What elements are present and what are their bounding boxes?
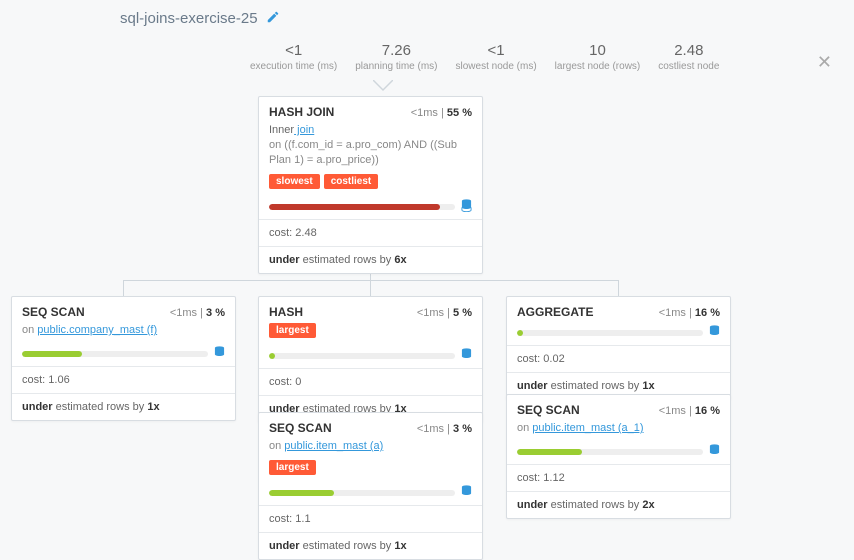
stat-exec-time: <1 execution time (ms): [250, 42, 337, 72]
plan-node-hash-join[interactable]: HASH JOIN <1ms | 55 % Inner join on ((f.…: [258, 96, 483, 274]
estimate-row: under estimated rows by 1x: [259, 532, 482, 559]
cost-row: cost: 1.12: [507, 464, 730, 491]
cost-bar: [269, 353, 455, 359]
plan-node-hash[interactable]: HASH <1ms | 5 % largest cost: 0 under es…: [258, 296, 483, 423]
tag-slowest: slowest: [269, 174, 320, 189]
cost-row: cost: 2.48: [259, 219, 482, 246]
connector: [123, 280, 619, 281]
cost-bar: [269, 490, 455, 496]
node-relation: on public.item_mast (a): [259, 439, 482, 460]
node-join-detail: Inner join on ((f.com_id = a.pro_com) AN…: [259, 123, 482, 174]
node-title: SEQ SCAN: [22, 305, 85, 319]
cost-bar: [269, 204, 455, 210]
node-title: HASH: [269, 305, 303, 319]
stat-costliest: 2.48 costliest node: [658, 42, 719, 72]
stat-plan-time: 7.26 planning time (ms): [355, 42, 437, 72]
tag-costliest: costliest: [324, 174, 379, 189]
close-icon[interactable]: ✕: [817, 52, 832, 73]
stat-largest: 10 largest node (rows): [555, 42, 641, 72]
plan-title: sql-joins-exercise-25: [120, 10, 258, 27]
stat-slowest: <1 slowest node (ms): [456, 42, 537, 72]
connector: [370, 280, 371, 296]
database-icon[interactable]: [461, 485, 472, 501]
node-meta: <1ms | 3 %: [417, 423, 472, 435]
node-title: SEQ SCAN: [517, 403, 580, 417]
plan-node-aggregate[interactable]: AGGREGATE <1ms | 16 % cost: 0.02 under e…: [506, 296, 731, 400]
connector: [123, 280, 124, 296]
node-meta: <1ms | 16 %: [659, 307, 720, 319]
node-title: HASH JOIN: [269, 105, 334, 119]
plan-node-seq-scan[interactable]: SEQ SCAN <1ms | 3 % on public.company_ma…: [11, 296, 236, 421]
plan-node-seq-scan[interactable]: SEQ SCAN <1ms | 16 % on public.item_mast…: [506, 394, 731, 519]
node-meta: <1ms | 55 %: [411, 107, 472, 119]
database-icon[interactable]: [214, 346, 225, 362]
estimate-row: under estimated rows by 2x: [507, 491, 730, 518]
estimate-row: under estimated rows by 1x: [12, 393, 235, 420]
node-title: SEQ SCAN: [269, 421, 332, 435]
node-relation: on public.item_mast (a_1): [507, 421, 730, 442]
node-tags: largest: [259, 460, 482, 483]
tag-largest: largest: [269, 323, 316, 338]
cost-bar: [517, 449, 703, 455]
node-title: AGGREGATE: [517, 305, 593, 319]
database-icon[interactable]: [709, 325, 720, 341]
database-icon[interactable]: [461, 199, 472, 215]
chevron-down-icon: [373, 80, 393, 92]
cost-row: cost: 1.06: [12, 366, 235, 393]
database-icon[interactable]: [709, 444, 720, 460]
cost-bar: [22, 351, 208, 357]
connector: [618, 280, 619, 296]
cost-row: cost: 1.1: [259, 505, 482, 532]
pencil-edit-icon[interactable]: [266, 10, 280, 27]
node-tags: largest: [259, 323, 482, 346]
plan-node-seq-scan[interactable]: SEQ SCAN <1ms | 3 % on public.item_mast …: [258, 412, 483, 560]
node-relation: on public.company_mast (f): [12, 323, 235, 344]
cost-row: cost: 0.02: [507, 345, 730, 372]
cost-bar: [517, 330, 703, 336]
estimate-row: under estimated rows by 6x: [259, 246, 482, 273]
node-tags: slowest costliest: [259, 174, 482, 197]
plan-title-row: sql-joins-exercise-25: [120, 10, 280, 27]
node-meta: <1ms | 16 %: [659, 405, 720, 417]
tag-largest: largest: [269, 460, 316, 475]
node-meta: <1ms | 5 %: [417, 307, 472, 319]
database-icon[interactable]: [461, 348, 472, 364]
stats-bar: <1 execution time (ms) 7.26 planning tim…: [250, 42, 719, 72]
node-meta: <1ms | 3 %: [170, 307, 225, 319]
cost-row: cost: 0: [259, 368, 482, 395]
